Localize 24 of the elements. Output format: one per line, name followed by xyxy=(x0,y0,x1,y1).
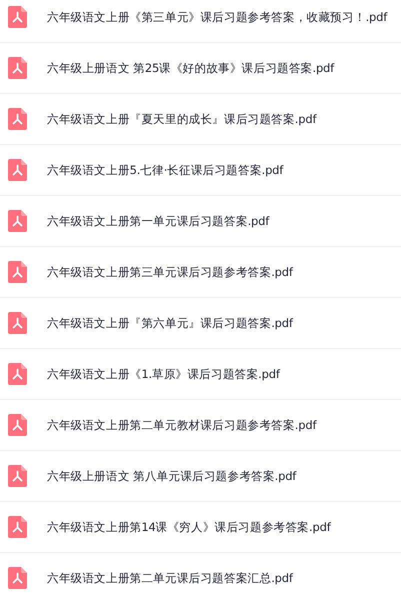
pdf-file-icon xyxy=(8,567,27,589)
file-name[interactable]: 六年级语文上册第14课《穷人》课后习题参考答案.pdf xyxy=(47,520,331,534)
file-name[interactable]: 六年级上册语文 第25课《好的故事》课后习题答案.pdf xyxy=(47,60,334,76)
pdf-file-icon xyxy=(8,261,27,283)
file-name[interactable]: 六年级语文上册第一单元课后习题答案.pdf xyxy=(47,214,270,228)
pdf-file-icon xyxy=(8,516,27,538)
file-name[interactable]: 六年级语文上册第二单元课后习题答案汇总.pdf xyxy=(47,570,293,586)
pdf-file-icon xyxy=(8,210,27,232)
pdf-file-icon xyxy=(8,465,27,487)
pdf-file-icon xyxy=(8,414,27,436)
pdf-file-icon xyxy=(8,312,27,334)
file-name[interactable]: 六年级上册语文 第八单元课后习题参考答案.pdf xyxy=(47,468,296,484)
pdf-file-icon xyxy=(8,57,27,79)
file-name[interactable]: 六年级语文上册5.七律·长征课后习题答案.pdf xyxy=(47,162,284,178)
pdf-file-icon xyxy=(8,363,27,385)
file-name[interactable]: 六年级语文上册第二单元教材课后习题参考答案.pdf xyxy=(47,418,316,432)
pdf-file-icon xyxy=(8,159,27,181)
file-name[interactable]: 六年级语文上册『第六单元』课后习题答案.pdf xyxy=(47,316,293,330)
file-name[interactable]: 六年级语文上册第三单元课后习题参考答案.pdf xyxy=(47,264,293,280)
pdf-file-icon xyxy=(8,6,27,28)
pdf-file-icon xyxy=(8,108,27,130)
file-name[interactable]: 六年级语文上册《1.草原》课后习题答案.pdf xyxy=(47,366,280,382)
file-name[interactable]: 六年级语文上册『夏天里的成长』课后习题答案.pdf xyxy=(47,112,316,126)
file-name[interactable]: 六年级语文上册《第三单元》课后习题参考答案，收藏预习！.pdf xyxy=(47,10,388,24)
